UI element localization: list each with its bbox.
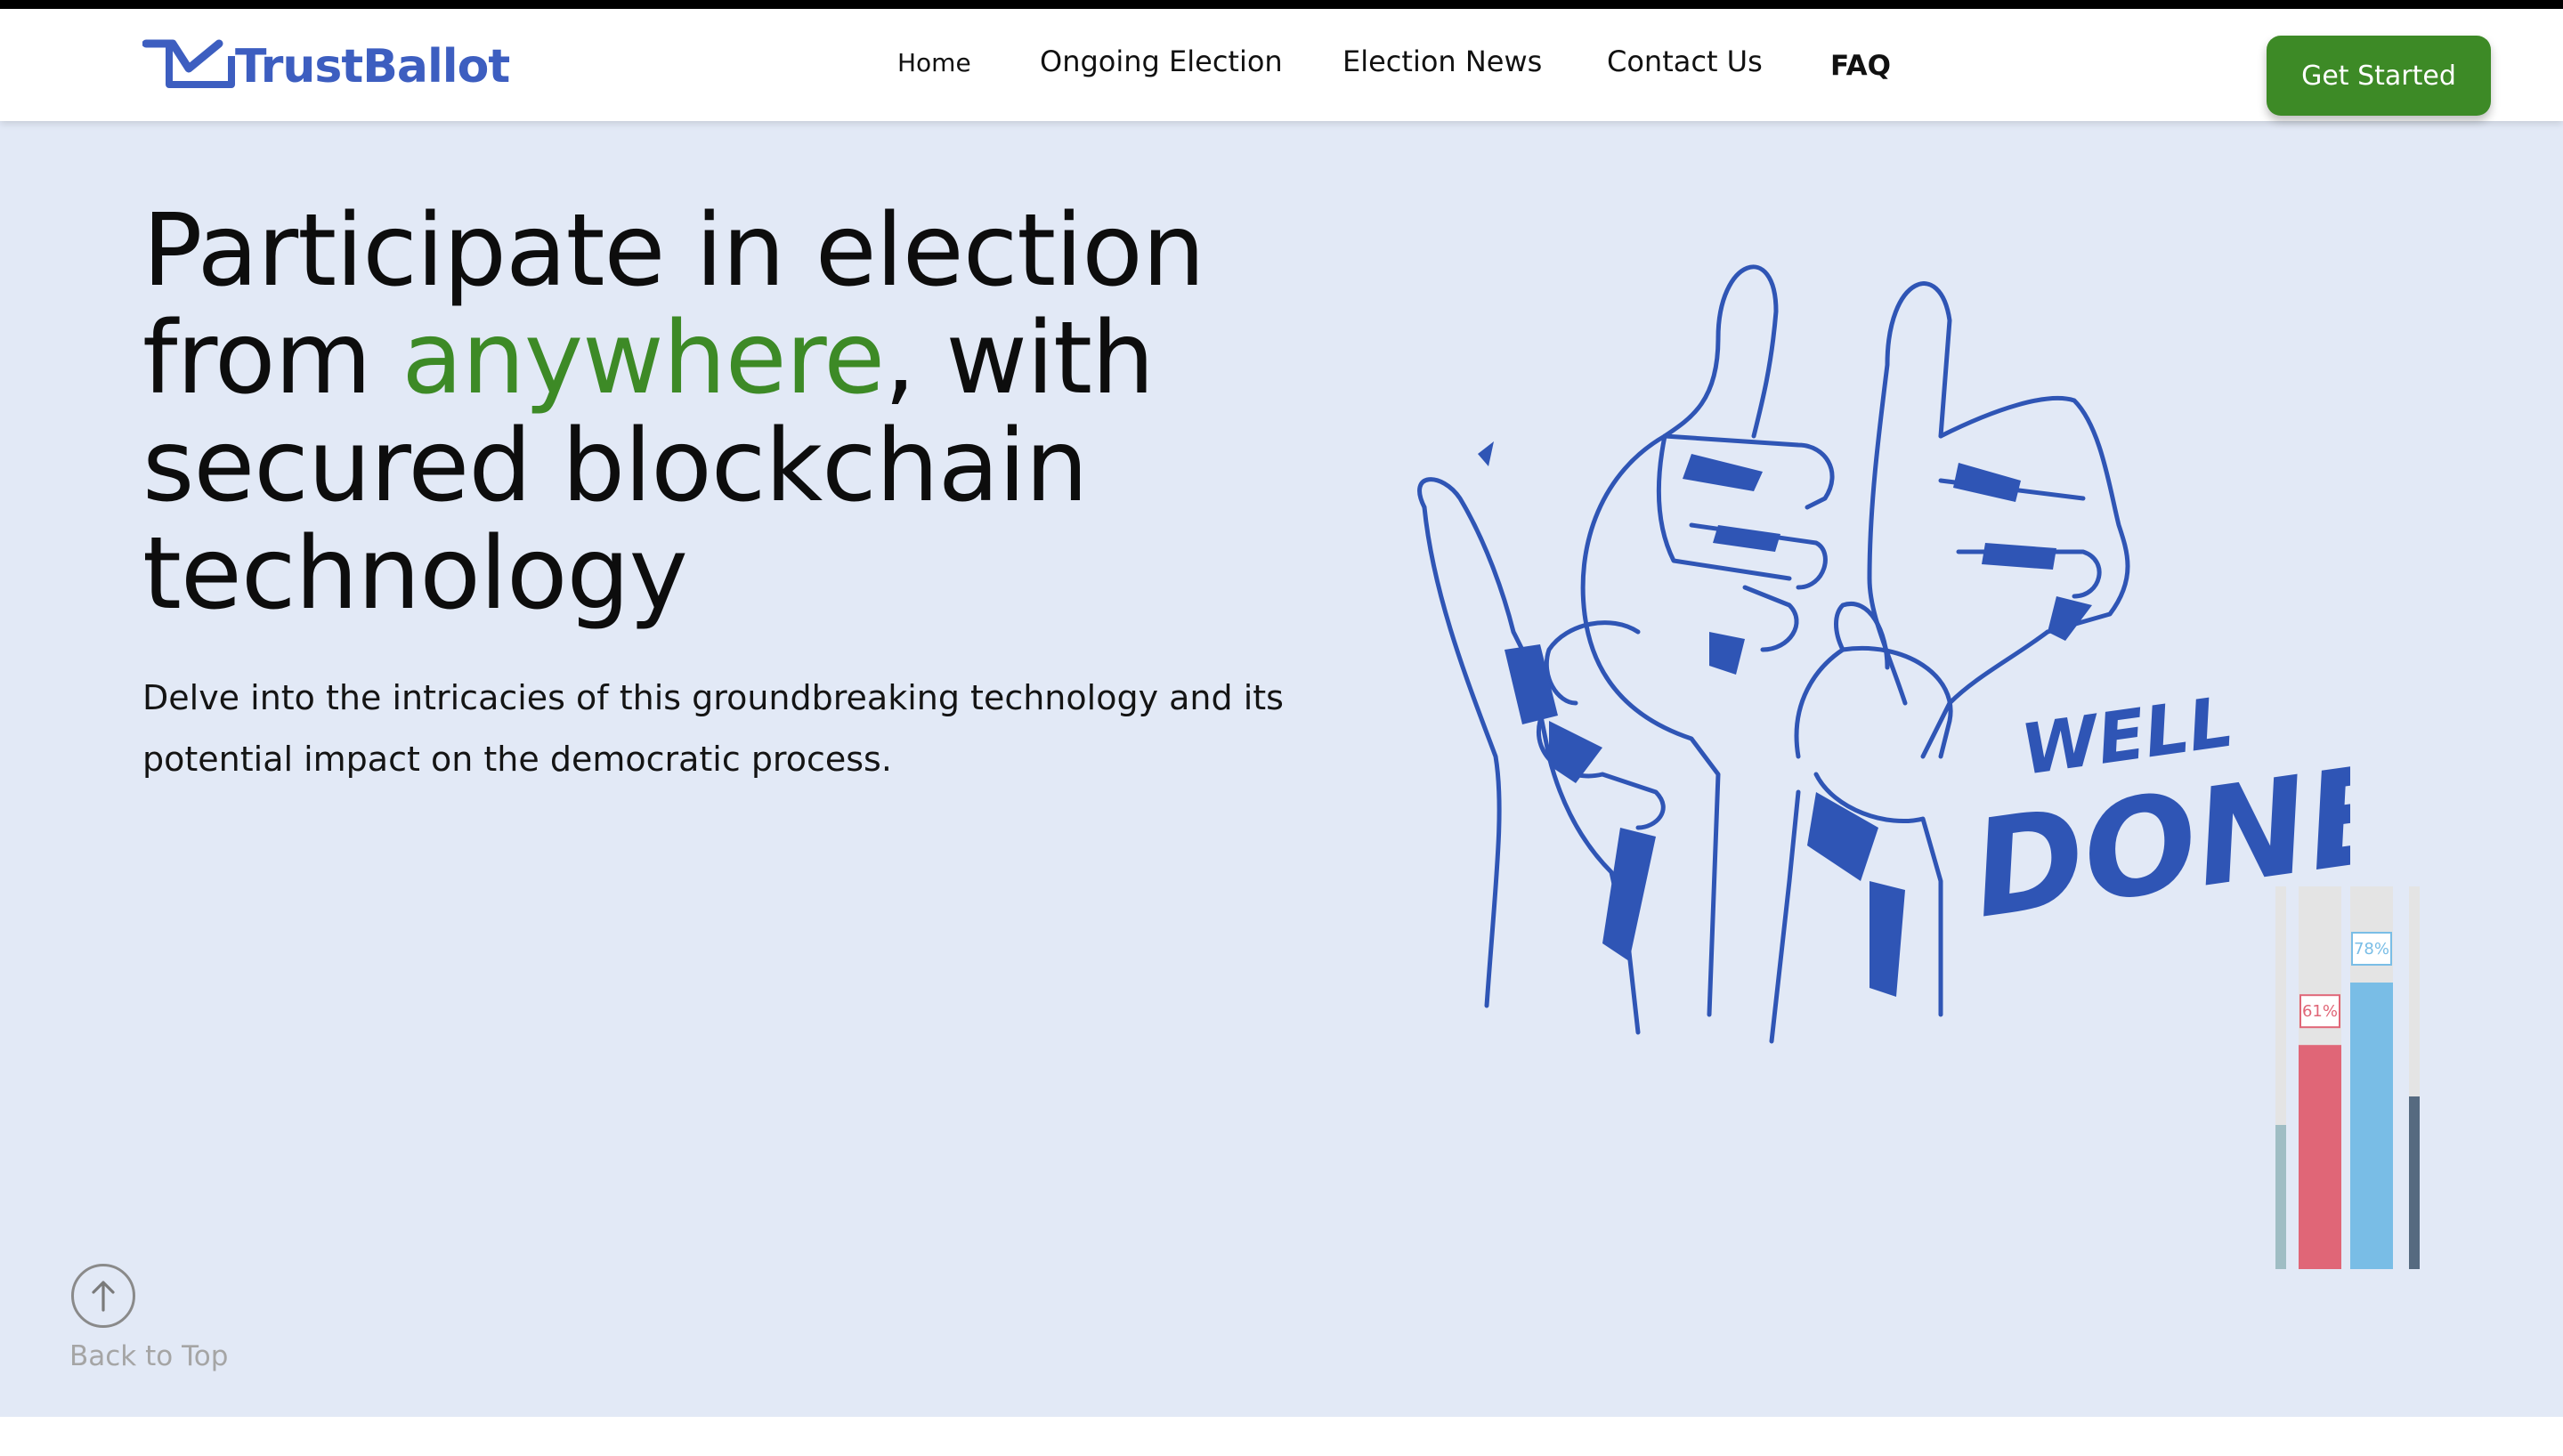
get-started-button[interactable]: Get Started <box>2267 36 2491 116</box>
arrow-up-icon <box>92 1281 115 1312</box>
nav-faq-link[interactable]: FAQ <box>1830 50 1891 82</box>
top-border <box>0 0 2563 9</box>
poll-bars-graphic: 61% 78% <box>2275 886 2420 1269</box>
brand-logo[interactable]: TrustBallot <box>142 36 510 98</box>
ballot-check-icon <box>142 39 235 88</box>
brand-name: TrustBallot <box>235 40 510 93</box>
nav-election-news-link[interactable]: Election News <box>1342 44 1542 78</box>
nav-contact-us-link[interactable]: Contact Us <box>1607 44 1763 78</box>
poll-bar-left-cropped <box>2275 1125 2286 1269</box>
nav-home-link[interactable]: Home <box>897 48 971 77</box>
hero-title-accent: anywhere <box>401 301 885 417</box>
navbar: TrustBallot Home Ongoing Election Electi… <box>0 9 2563 121</box>
poll-bar-label: 61% <box>2302 1002 2338 1021</box>
hero-subtitle: Delve into the intricacies of this groun… <box>142 678 1284 779</box>
poll-bar-label: 78% <box>2354 940 2389 959</box>
hero-title: Participate in election from anywhere, w… <box>142 198 1389 628</box>
back-to-top-button[interactable] <box>71 1264 135 1328</box>
poll-bar-right-cropped <box>2409 1096 2420 1269</box>
back-to-top[interactable]: Back to Top <box>69 1264 228 1372</box>
bottom-strip <box>0 1417 2563 1456</box>
nav-ongoing-election-link[interactable]: Ongoing Election <box>1040 44 1283 78</box>
poll-bar <box>2350 983 2393 1269</box>
thumbs-up-illustration: WELL DONE <box>1417 264 2350 1044</box>
poll-bar <box>2299 1045 2341 1269</box>
back-to-top-label: Back to Top <box>69 1340 229 1372</box>
